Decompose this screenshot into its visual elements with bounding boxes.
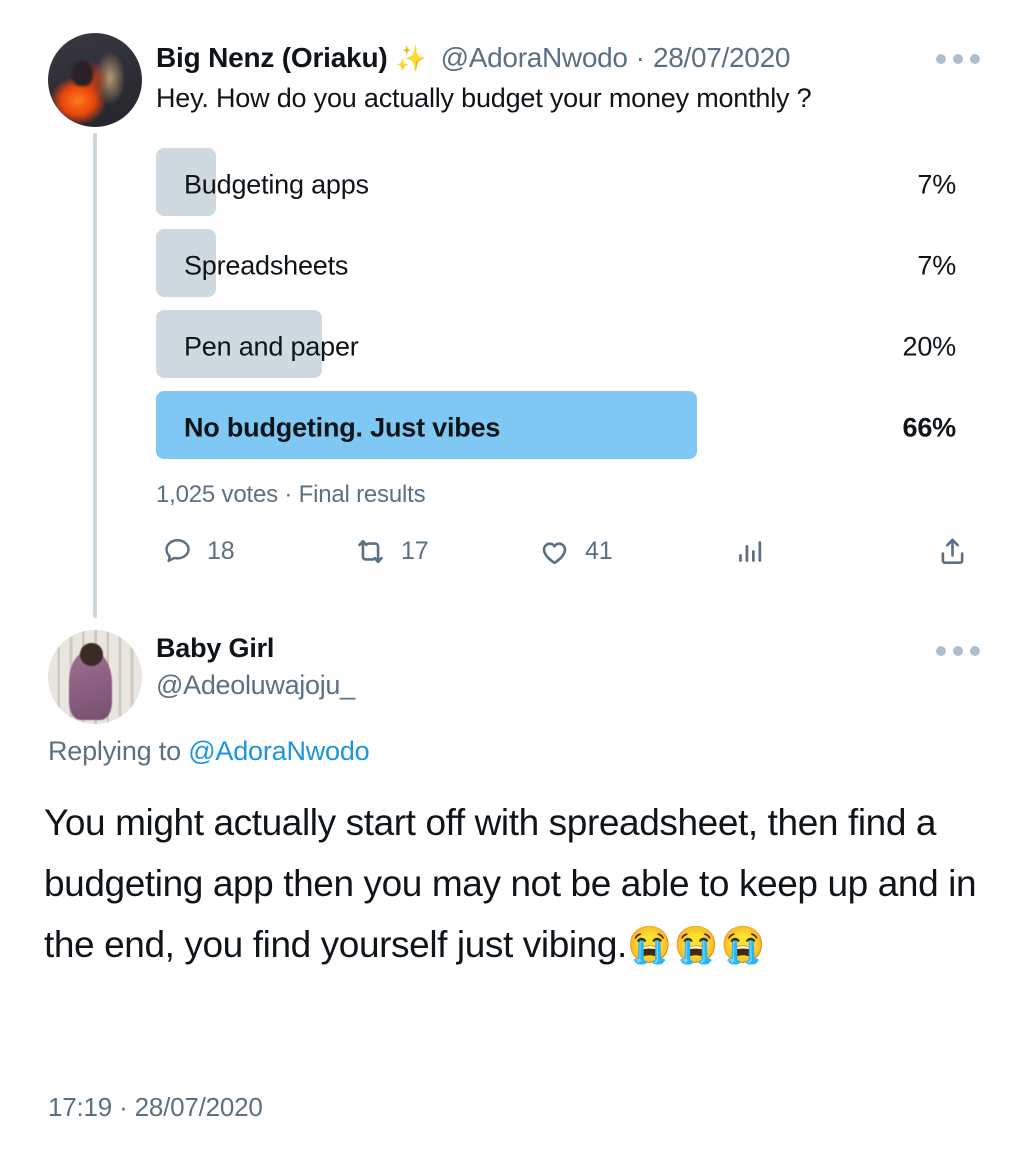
- poll-option-label: No budgeting. Just vibes: [184, 412, 501, 442]
- ellipsis-dot-icon: [970, 54, 980, 64]
- retweet-count: 17: [401, 536, 429, 565]
- thread-connector-line: [93, 133, 97, 618]
- poll-option-row[interactable]: Budgeting apps 7%: [156, 144, 956, 225]
- analytics-icon: [739, 540, 762, 562]
- ellipsis-dot-icon: [936, 646, 946, 656]
- like-count: 41: [585, 536, 613, 565]
- display-name[interactable]: Baby Girl: [156, 633, 355, 664]
- reply-timestamp[interactable]: 17:19 · 28/07/2020: [48, 1092, 263, 1123]
- poll-option-label: Budgeting apps: [184, 169, 369, 199]
- avatar-figure: [72, 61, 94, 86]
- avatar-head: [79, 643, 103, 666]
- reply-icon: [165, 538, 190, 562]
- poll-option-row[interactable]: Pen and paper 20%: [156, 306, 956, 387]
- poll-option-percent: 66%: [902, 412, 957, 442]
- poll-option-row-winner[interactable]: No budgeting. Just vibes 66%: [156, 387, 956, 468]
- user-handle[interactable]: @AdoraNwodo: [441, 42, 628, 74]
- separator-dot: ·: [635, 42, 645, 73]
- poll-option-percent: 20%: [902, 331, 957, 361]
- display-name[interactable]: Big Nenz (Oriaku): [156, 42, 388, 74]
- tweet-thread: Big Nenz (Oriaku) ✨ @AdoraNwodo · 28/07/…: [0, 0, 1024, 1152]
- avatar-baby-girl[interactable]: [48, 630, 142, 724]
- tweet-header: Big Nenz (Oriaku) ✨ @AdoraNwodo · 28/07/…: [156, 42, 790, 74]
- tweet-text: Hey. How do you actually budget your mon…: [156, 83, 812, 113]
- retweet-icon: [358, 539, 383, 563]
- poll-option-label: Pen and paper: [184, 331, 359, 361]
- tweet-date[interactable]: 28/07/2020: [653, 42, 790, 74]
- reply-button[interactable]: 18: [162, 528, 235, 574]
- user-handle[interactable]: @Adeoluwajoju_: [156, 670, 355, 701]
- avatar-image: [48, 33, 142, 127]
- poll: Budgeting apps 7% Spreadsheets 7% Pen an…: [156, 144, 956, 468]
- ellipsis-dot-icon: [936, 54, 946, 64]
- avatar-big-nenz[interactable]: [48, 33, 142, 127]
- reply-text: You might actually start off with spread…: [44, 792, 994, 975]
- poll-option-percent: 7%: [917, 250, 956, 280]
- replying-to-mention[interactable]: @AdoraNwodo: [188, 736, 370, 766]
- analytics-button[interactable]: [734, 528, 779, 574]
- poll-results-meta: 1,025 votes · Final results: [156, 481, 426, 508]
- sparkles-icon: ✨: [395, 45, 427, 73]
- reply-text-content: You might actually start off with spread…: [44, 802, 977, 965]
- poll-option-percent: 7%: [917, 169, 956, 199]
- like-button[interactable]: 41: [538, 528, 613, 574]
- more-options-button[interactable]: [936, 646, 980, 656]
- share-icon: [941, 538, 964, 564]
- retweet-button[interactable]: 17: [354, 528, 429, 574]
- ellipsis-dot-icon: [970, 646, 980, 656]
- replying-to: Replying to @AdoraNwodo: [48, 736, 370, 767]
- like-icon: [542, 541, 567, 564]
- tweet-action-bar: 18 17 41: [156, 528, 966, 574]
- reply-count: 18: [207, 536, 235, 565]
- poll-option-label: Spreadsheets: [184, 250, 349, 280]
- reply-header: Baby Girl @Adeoluwajoju_: [156, 633, 355, 701]
- more-options-button[interactable]: [936, 54, 980, 64]
- replying-to-prefix: Replying to: [48, 736, 189, 766]
- poll-option-row[interactable]: Spreadsheets 7%: [156, 225, 956, 306]
- share-button[interactable]: [936, 528, 983, 574]
- ellipsis-dot-icon: [953, 54, 963, 64]
- ellipsis-dot-icon: [953, 646, 963, 656]
- loudly-crying-face-emoji: 😭😭😭: [626, 924, 768, 965]
